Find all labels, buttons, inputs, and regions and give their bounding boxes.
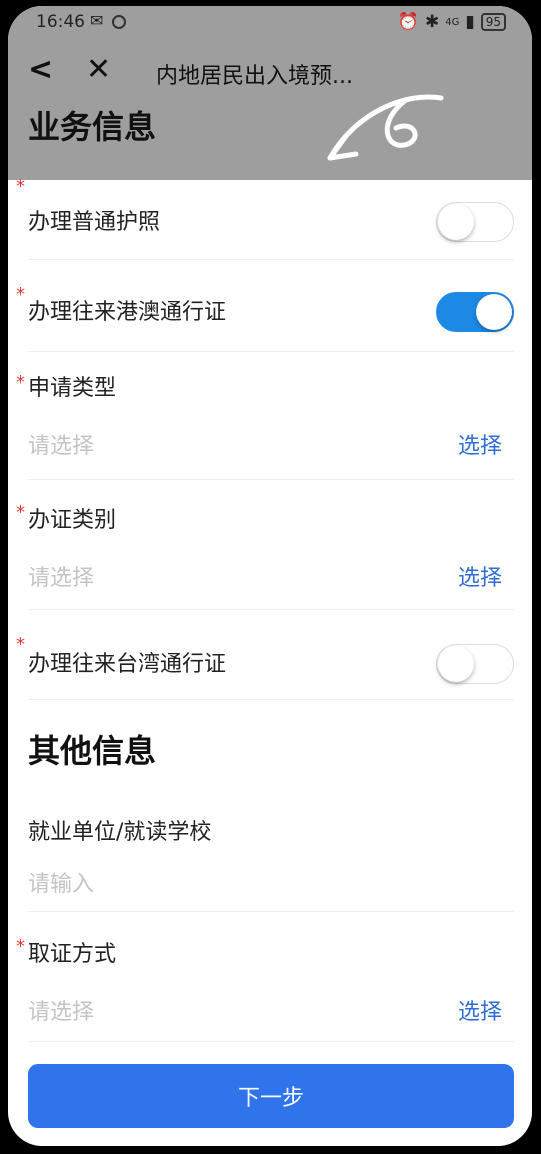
back-icon[interactable]: <: [28, 52, 53, 87]
section-title-business: 业务信息: [28, 108, 157, 146]
apply-type-label: 申请类型: [28, 376, 117, 401]
toggle-knob: [476, 294, 512, 330]
scribble-arrow-icon: [327, 94, 444, 161]
hk-macau-toggle[interactable]: [436, 292, 514, 332]
employer-label: 就业单位/就读学校: [28, 820, 212, 845]
network-label: 4G: [445, 16, 460, 28]
row-hk-macau: * 办理往来港澳通行证: [16, 260, 514, 352]
row-employer: 就业单位/就读学校 请输入: [28, 796, 514, 912]
required-mark: *: [16, 284, 25, 305]
loading-icon: [112, 15, 126, 29]
required-mark: *: [16, 372, 25, 393]
phone-frame: 16:46 ✉ ⏰ ✱ 4G ▮ 95 < ✕ 内地居民出入境预... 业务信息: [0, 0, 541, 1154]
row-apply-type: * 申请类型 请选择 选择: [16, 352, 514, 480]
alarm-icon: ⏰: [397, 12, 419, 32]
nav-bar: < ✕ 内地居民出入境预...: [8, 46, 532, 96]
passport-label: 办理普通护照: [28, 210, 161, 235]
employer-input[interactable]: 请输入: [28, 866, 94, 898]
header: 16:46 ✉ ⏰ ✱ 4G ▮ 95 < ✕ 内地居民出入境预... 业务信息: [8, 6, 532, 180]
battery-icon: 95: [480, 13, 506, 31]
section-title-other: 其他信息: [28, 732, 157, 770]
cert-category-label: 办证类别: [28, 508, 117, 533]
required-mark: *: [16, 176, 25, 197]
status-bar: 16:46 ✉ ⏰ ✱ 4G ▮ 95: [36, 10, 506, 34]
toggle-knob: [438, 646, 474, 682]
screen: 16:46 ✉ ⏰ ✱ 4G ▮ 95 < ✕ 内地居民出入境预... 业务信息: [8, 6, 532, 1146]
taiwan-label: 办理往来台湾通行证: [28, 652, 227, 677]
wechat-icon: ✉: [90, 11, 104, 30]
row-cert-category: * 办证类别 请选择 选择: [16, 480, 514, 610]
apply-type-value[interactable]: 请选择: [28, 428, 94, 460]
hk-macau-label: 办理往来港澳通行证: [28, 300, 227, 325]
toggle-knob: [438, 204, 474, 240]
bluetooth-icon: ✱: [424, 12, 440, 32]
required-mark: *: [16, 936, 25, 957]
cert-category-select-button[interactable]: 选择: [458, 560, 502, 592]
pickup-value[interactable]: 请选择: [28, 994, 94, 1026]
row-pickup: * 取证方式 请选择 选择: [16, 912, 514, 1042]
page-title: 内地居民出入境预...: [156, 64, 353, 89]
apply-type-select-button[interactable]: 选择: [458, 428, 502, 460]
required-mark: *: [16, 634, 25, 655]
passport-toggle[interactable]: [436, 202, 514, 242]
signal-icon: ▮: [465, 12, 475, 32]
cert-category-value[interactable]: 请选择: [28, 560, 94, 592]
row-taiwan: * 办理往来台湾通行证: [16, 610, 514, 700]
status-time: 16:46: [36, 12, 85, 32]
next-step-button[interactable]: 下一步: [28, 1064, 514, 1128]
status-icons: ⏰ ✱ 4G ▮ 95: [398, 12, 506, 32]
required-mark: *: [16, 502, 25, 523]
taiwan-toggle[interactable]: [436, 644, 514, 684]
pickup-label: 取证方式: [28, 942, 117, 967]
pickup-select-button[interactable]: 选择: [458, 994, 502, 1026]
row-passport: * 办理普通护照: [16, 176, 514, 260]
close-icon[interactable]: ✕: [86, 52, 111, 87]
